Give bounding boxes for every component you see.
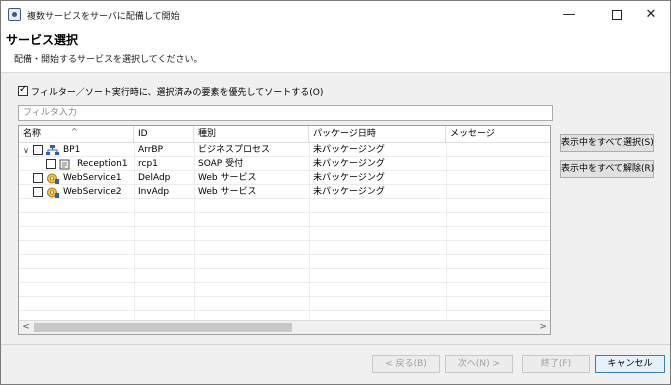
row-message <box>446 158 550 171</box>
app-icon <box>8 8 21 21</box>
page-description: 配備・開始するサービスを選択してください。 <box>14 55 203 65</box>
web-service-icon <box>47 187 59 198</box>
row-checkbox[interactable] <box>33 187 43 197</box>
sort-selected-first-checkbox[interactable] <box>18 84 28 96</box>
row-checkbox[interactable] <box>33 173 43 183</box>
dialog-window: 複数サービスをサーバに配備して開始 — ✕ サービス選択 配備・開始するサービス… <box>0 0 671 385</box>
row-message <box>446 186 550 199</box>
column-header-name-label: 名称 <box>23 129 42 139</box>
table-row[interactable]: ∨ BP1 ArrBP ビジネスプロセス 未パッケージング <box>19 144 550 157</box>
close-button[interactable]: ✕ <box>631 1 671 28</box>
web-service-icon <box>47 173 59 184</box>
row-id: DelAdp <box>138 173 171 183</box>
row-type: Web サービス <box>198 187 257 197</box>
empty-row <box>19 242 550 255</box>
minimize-button[interactable]: — <box>549 1 589 28</box>
service-table: ^ 名称 ID 種別 パッケージ日時 メッセージ ∨ BP1 ArrBP ビジネ… <box>18 125 551 335</box>
finish-button[interactable]: 終了(F) <box>522 355 590 373</box>
row-name: BP1 <box>63 145 81 155</box>
title-bar[interactable]: 複数サービスをサーバに配備して開始 — ✕ <box>1 1 670 28</box>
column-header-type[interactable]: 種別 <box>194 126 309 143</box>
row-name: WebService2 <box>63 187 122 197</box>
row-name: WebService1 <box>63 173 122 183</box>
table-row[interactable]: WebService2 InvAdp Web サービス 未パッケージング <box>19 186 550 199</box>
horizontal-scrollbar[interactable]: < > <box>19 320 550 334</box>
empty-row <box>19 214 550 227</box>
sort-selected-first-label: フィルター／ソート実行時に、選択済みの要素を優先してソートする(O) <box>31 88 324 98</box>
sort-ascending-icon: ^ <box>71 127 78 136</box>
scroll-left-icon[interactable]: < <box>19 321 33 334</box>
row-checkbox[interactable] <box>33 145 43 155</box>
table-row[interactable]: WebService1 DelAdp Web サービス 未パッケージング <box>19 172 550 185</box>
table-row[interactable]: Reception1 rcp1 SOAP 受付 未パッケージング <box>19 158 550 171</box>
row-message <box>446 144 550 157</box>
column-header-name[interactable]: ^ 名称 <box>19 126 134 143</box>
maximize-icon <box>612 9 622 20</box>
window-title: 複数サービスをサーバに配備して開始 <box>27 12 180 22</box>
empty-row <box>19 298 550 311</box>
empty-row <box>19 200 550 213</box>
column-header-id[interactable]: ID <box>134 126 194 143</box>
row-name: Reception1 <box>77 159 128 169</box>
header-banner: サービス選択 配備・開始するサービスを選択してください。 <box>1 28 670 73</box>
row-id: InvAdp <box>138 187 170 197</box>
next-button[interactable]: 次へ(N) > <box>445 355 513 373</box>
expand-chevron-icon[interactable]: ∨ <box>22 144 30 157</box>
business-process-icon <box>46 145 59 155</box>
row-package-date: 未パッケージング <box>313 187 385 197</box>
scrollbar-thumb[interactable] <box>34 323 292 332</box>
column-header-message[interactable]: メッセージ <box>446 126 550 143</box>
empty-row <box>19 228 550 241</box>
row-id: rcp1 <box>138 159 158 169</box>
select-all-visible-button[interactable]: 表示中をすべて選択(S) <box>560 134 654 152</box>
column-header-package-date[interactable]: パッケージ日時 <box>309 126 446 143</box>
deselect-all-visible-button[interactable]: 表示中をすべて解除(R) <box>560 160 654 178</box>
page-title: サービス選択 <box>6 33 79 47</box>
row-package-date: 未パッケージング <box>313 145 385 155</box>
row-id: ArrBP <box>138 145 164 155</box>
row-type: SOAP 受付 <box>198 159 244 169</box>
empty-row <box>19 270 550 283</box>
back-button[interactable]: < 戻る(B) <box>372 355 440 373</box>
scroll-right-icon[interactable]: > <box>536 321 550 334</box>
footer-divider <box>1 344 670 345</box>
filter-input[interactable] <box>18 105 553 121</box>
row-package-date: 未パッケージング <box>313 159 385 169</box>
row-type: Web サービス <box>198 173 257 183</box>
cancel-button[interactable]: キャンセル <box>595 355 665 373</box>
empty-row <box>19 256 550 269</box>
row-type: ビジネスプロセス <box>198 145 271 155</box>
row-package-date: 未パッケージング <box>313 173 385 183</box>
empty-row <box>19 284 550 297</box>
row-message <box>446 172 550 185</box>
reception-icon <box>59 159 71 170</box>
row-checkbox[interactable] <box>46 159 56 169</box>
